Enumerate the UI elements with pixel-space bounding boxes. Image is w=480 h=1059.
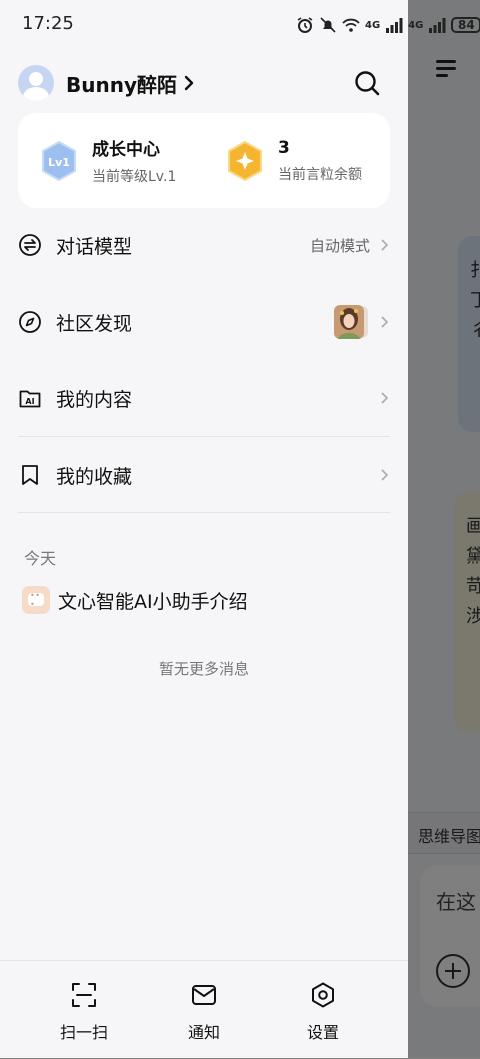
level-badge-icon: Lv1	[42, 140, 76, 181]
growth-card: Lv1 成长中心 当前等级Lv.1 3 当前言粒余额	[18, 113, 390, 208]
bottom-bar: 扫一扫 通知 设置	[0, 960, 408, 1059]
level-badge-text: Lv1	[48, 156, 70, 169]
profile-header[interactable]: Bunny醉陌	[18, 64, 195, 102]
notification-label: 通知	[187, 1023, 220, 1042]
scan-button[interactable]: 扫一扫	[44, 981, 124, 1043]
username[interactable]: Bunny醉陌	[66, 69, 177, 98]
settings-label: 设置	[306, 1023, 339, 1042]
network-type-2: 4G	[408, 19, 424, 31]
alarm-icon	[297, 17, 313, 33]
coin-count: 3	[278, 137, 290, 158]
ai-folder-icon: AI	[19, 390, 41, 408]
growth-center-title: 成长中心	[92, 140, 160, 160]
chevron-right-icon	[381, 239, 389, 251]
mute-bell-icon	[320, 17, 336, 33]
menu-item-label: 我的收藏	[56, 465, 133, 488]
svg-text:AI: AI	[25, 397, 34, 406]
swap-icon	[19, 234, 41, 256]
chevron-right-icon	[381, 469, 389, 481]
menu-item-label: 社区发现	[56, 312, 133, 335]
compass-icon	[19, 311, 41, 333]
settings-button[interactable]: 设置	[283, 981, 363, 1043]
side-drawer: 17:25 4G 4G 84 Bunny醉陌 Lv1 成长中心 当前等级Lv.1…	[0, 0, 480, 1059]
battery-indicator: 84	[451, 17, 480, 33]
network-type-1: 4G	[365, 19, 381, 31]
chat-history-title: 文心智能AI小助手介绍	[58, 590, 248, 613]
community-preview-thumbnail	[334, 305, 368, 339]
history-section-today: 今天	[24, 549, 57, 568]
coin-balance-entry[interactable]: 3 当前言粒余额	[226, 113, 362, 208]
settings-icon	[312, 982, 334, 1008]
growth-center-entry[interactable]: Lv1 成长中心 当前等级Lv.1	[40, 113, 176, 208]
menu-item-favorites[interactable]: 我的收藏	[18, 437, 390, 513]
empty-history-hint: 暂无更多消息	[158, 660, 249, 678]
bookmark-icon	[22, 465, 38, 485]
status-time: 17:25	[22, 13, 74, 34]
scan-icon	[72, 983, 96, 1007]
menu-item-my-content[interactable]: AI 我的内容	[18, 360, 390, 436]
avatar[interactable]	[18, 65, 54, 101]
menu-item-chat-model[interactable]: 对话模型 自动模式	[18, 207, 390, 283]
chevron-right-icon	[381, 392, 389, 404]
signal-icon	[386, 18, 403, 33]
status-bar: 17:25 4G 4G 84	[0, 0, 480, 50]
growth-level-text: 当前等级Lv.1	[92, 169, 177, 185]
chevron-right-icon	[184, 75, 194, 91]
menu-item-label: 对话模型	[56, 235, 133, 258]
status-icons: 4G 4G 84	[296, 14, 480, 36]
search-icon[interactable]	[352, 68, 382, 98]
chat-history-item[interactable]: 文心智能AI小助手介绍	[22, 584, 248, 616]
chevron-right-icon	[381, 316, 389, 328]
notification-button[interactable]: 通知	[164, 981, 244, 1043]
divider	[18, 512, 390, 513]
menu-item-label: 我的内容	[56, 388, 133, 411]
chat-model-value: 自动模式	[309, 236, 370, 255]
wifi-icon	[342, 18, 360, 32]
mail-icon	[192, 985, 216, 1005]
chat-bubble-icon	[22, 586, 50, 614]
signal-icon	[429, 18, 446, 33]
scan-label: 扫一扫	[59, 1023, 108, 1042]
coin-balance-label: 当前言粒余额	[278, 166, 362, 183]
menu-item-community[interactable]: 社区发现	[18, 284, 390, 360]
coin-icon	[228, 140, 262, 181]
